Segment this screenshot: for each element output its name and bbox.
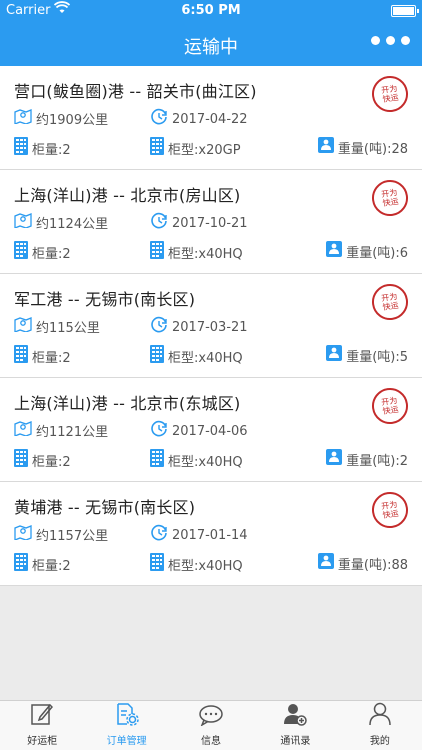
page-title: 运输中 (184, 37, 238, 58)
order-date: 2017-10-21 (172, 215, 248, 231)
map-icon (14, 212, 36, 232)
battery-icon (391, 5, 419, 17)
tab-label: 信息 (201, 736, 222, 747)
weight-icon (326, 241, 346, 261)
weight-icon (317, 137, 338, 157)
order-weight: 重量(吨):6 (346, 245, 408, 261)
tab-label: 订单管理 (106, 736, 147, 747)
order-distance: 约1157公里 (36, 528, 109, 544)
stamp-text: 开为快运 (380, 499, 400, 521)
tab-edit[interactable]: 好运柜 (0, 701, 84, 750)
stamp-text: 开为快运 (380, 187, 400, 209)
container-count-icon (14, 137, 32, 159)
contacts-icon (283, 702, 308, 732)
stamp-seal: 开为快运 (369, 73, 411, 115)
order-distance: 约1909公里 (36, 112, 109, 128)
container-type-icon (150, 553, 168, 575)
weight-icon (326, 345, 346, 365)
order-count: 柜量:2 (32, 246, 71, 262)
weight-icon (326, 449, 346, 469)
order-distance: 约1124公里 (36, 216, 109, 232)
person-icon (369, 702, 391, 732)
clock-icon (150, 108, 172, 130)
order-weight: 重量(吨):28 (337, 141, 408, 157)
order-route: 上海(洋山)港 -- 北京市(东城区) (14, 394, 241, 413)
order-card[interactable]: 营口(鲅鱼圈)港 -- 韶关市(曲江区) 开为快运 约1909公里 2017-0… (0, 66, 422, 170)
order-count: 柜量:2 (32, 142, 71, 158)
order-type: 柜型:x40HQ (168, 558, 243, 574)
container-count-icon (14, 449, 32, 471)
order-count: 柜量:2 (32, 558, 71, 574)
order-date: 2017-03-21 (172, 319, 248, 335)
order-type: 柜型:x20GP (168, 142, 241, 158)
container-count-icon (14, 345, 32, 367)
order-date: 2017-04-06 (172, 423, 248, 439)
order-weight: 重量(吨):5 (346, 349, 408, 365)
map-icon (14, 316, 36, 336)
stamp-seal: 开为快运 (369, 281, 411, 323)
order-weight: 重量(吨):2 (346, 453, 408, 469)
order-date: 2017-01-14 (172, 527, 248, 543)
tab-bar: 好运柜 订单管理 信息 通讯录 我的 (0, 700, 422, 750)
order-card[interactable]: 上海(洋山)港 -- 北京市(房山区) 开为快运 约1124公里 2017-10… (0, 170, 422, 274)
map-icon (14, 524, 36, 544)
status-bar: Carrier 6:50 PM (0, 0, 422, 22)
order-type: 柜型:x40HQ (168, 246, 243, 262)
nav-bar: 运输中 (0, 22, 422, 66)
order-card[interactable]: 军工港 -- 无锡市(南长区) 开为快运 约115公里 2017-03-21 柜… (0, 274, 422, 378)
clock-icon (150, 212, 172, 234)
order-list: 营口(鲅鱼圈)港 -- 韶关市(曲江区) 开为快运 约1909公里 2017-0… (0, 66, 422, 586)
clock: 6:50 PM (181, 3, 241, 18)
order-distance: 约1121公里 (36, 424, 109, 440)
order-distance: 约115公里 (36, 320, 100, 336)
order-type: 柜型:x40HQ (168, 350, 243, 366)
more-dots-icon[interactable] (371, 36, 410, 45)
tab-person[interactable]: 我的 (338, 701, 422, 750)
stamp-text: 开为快运 (380, 291, 400, 313)
container-type-icon (150, 241, 168, 263)
container-type-icon (150, 137, 168, 159)
map-icon (14, 108, 36, 128)
map-icon (14, 420, 36, 440)
chat-icon (199, 704, 223, 732)
clock-icon (150, 420, 172, 442)
weight-icon (317, 553, 338, 573)
container-type-icon (150, 449, 168, 471)
clock-icon (150, 524, 172, 546)
tab-contacts[interactable]: 通讯录 (253, 701, 337, 750)
stamp-text: 开为快运 (380, 83, 400, 105)
tab-label: 好运柜 (27, 736, 58, 747)
tab-chat[interactable]: 信息 (169, 701, 253, 750)
order-route: 营口(鲅鱼圈)港 -- 韶关市(曲江区) (14, 82, 257, 101)
stamp-seal: 开为快运 (369, 177, 411, 219)
tab-order-settings[interactable]: 订单管理 (84, 701, 168, 750)
container-count-icon (14, 553, 32, 575)
stamp-seal: 开为快运 (369, 489, 411, 531)
order-weight: 重量(吨):88 (337, 557, 408, 573)
tab-label: 通讯录 (280, 736, 311, 747)
order-route: 上海(洋山)港 -- 北京市(房山区) (14, 186, 241, 205)
stamp-seal: 开为快运 (369, 385, 411, 427)
order-date: 2017-04-22 (172, 111, 248, 127)
order-card[interactable]: 黄埔港 -- 无锡市(南长区) 开为快运 约1157公里 2017-01-14 … (0, 482, 422, 586)
order-route: 黄埔港 -- 无锡市(南长区) (14, 498, 196, 517)
order-route: 军工港 -- 无锡市(南长区) (14, 290, 196, 309)
order-count: 柜量:2 (32, 454, 71, 470)
tab-label: 我的 (369, 736, 390, 747)
container-type-icon (150, 345, 168, 367)
stamp-text: 开为快运 (380, 395, 400, 417)
order-count: 柜量:2 (32, 350, 71, 366)
order-type: 柜型:x40HQ (168, 454, 243, 470)
order-card[interactable]: 上海(洋山)港 -- 北京市(东城区) 开为快运 约1121公里 2017-04… (0, 378, 422, 482)
clock-icon (150, 316, 172, 338)
order-settings-icon (115, 702, 139, 732)
edit-icon (31, 702, 54, 732)
container-count-icon (14, 241, 32, 263)
